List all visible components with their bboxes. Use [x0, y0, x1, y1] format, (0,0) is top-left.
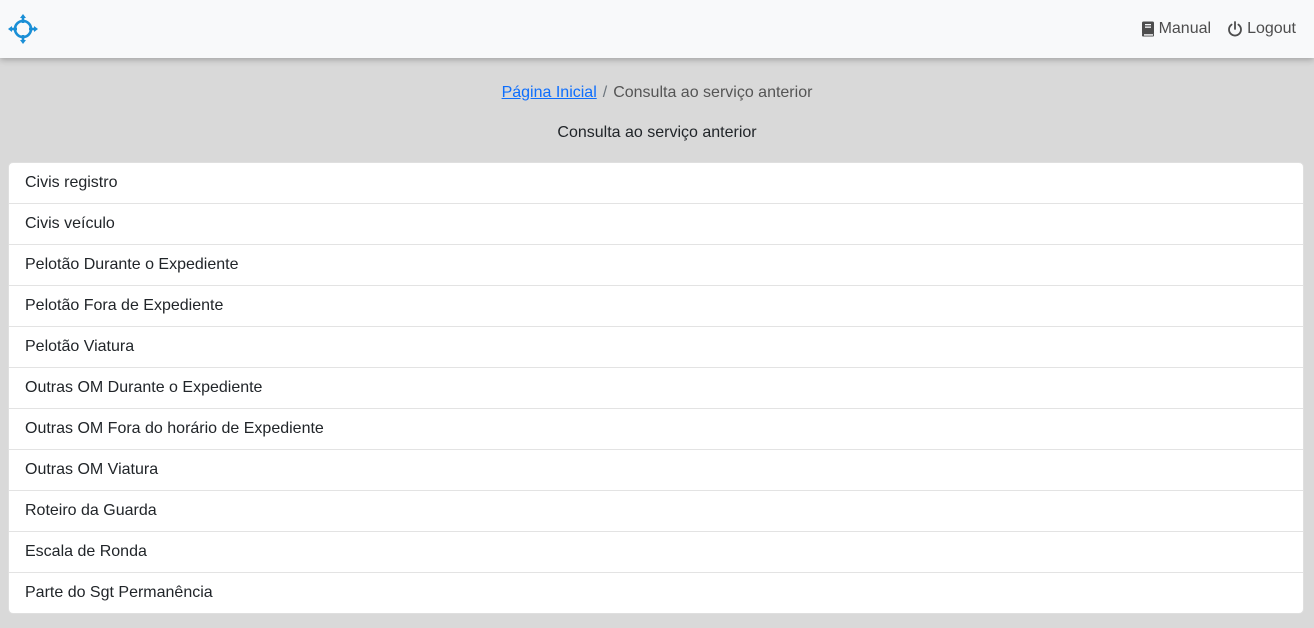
list-item-outras-om-fora-expediente[interactable]: Outras OM Fora do horário de Expediente [9, 409, 1303, 450]
list-item-parte-sgt-permanencia[interactable]: Parte do Sgt Permanência [9, 573, 1303, 613]
top-navbar: Manual Logout [0, 0, 1314, 58]
logout-label: Logout [1247, 20, 1296, 37]
power-icon [1227, 21, 1243, 37]
breadcrumb-separator: / [602, 84, 608, 101]
manual-link[interactable]: Manual [1141, 20, 1211, 38]
list-item-outras-om-durante-expediente[interactable]: Outras OM Durante o Expediente [9, 368, 1303, 409]
list-item-roteiro-guarda[interactable]: Roteiro da Guarda [9, 491, 1303, 532]
book-icon [1141, 21, 1155, 37]
breadcrumb-current: Consulta ao serviço anterior [613, 84, 813, 101]
list-item-pelotao-viatura[interactable]: Pelotão Viatura [9, 327, 1303, 368]
nav-actions: Manual Logout [1141, 20, 1296, 38]
list-item-civis-veiculo[interactable]: Civis veículo [9, 204, 1303, 245]
service-query-list: Civis registro Civis veículo Pelotão Dur… [8, 162, 1304, 614]
breadcrumb-home-link[interactable]: Página Inicial [502, 84, 597, 101]
manual-label: Manual [1158, 20, 1212, 37]
crosshair-logo-icon[interactable] [8, 14, 38, 44]
list-item-pelotao-durante-expediente[interactable]: Pelotão Durante o Expediente [9, 245, 1303, 286]
list-item-outras-om-viatura[interactable]: Outras OM Viatura [9, 450, 1303, 491]
logout-link[interactable]: Logout [1227, 20, 1296, 38]
breadcrumb: Página Inicial / Consulta ao serviço anter… [0, 84, 1314, 102]
list-item-pelotao-fora-expediente[interactable]: Pelotão Fora de Expediente [9, 286, 1303, 327]
list-item-civis-registro[interactable]: Civis registro [9, 163, 1303, 204]
list-item-escala-ronda[interactable]: Escala de Ronda [9, 532, 1303, 573]
page-title: Consulta ao serviço anterior [557, 124, 757, 141]
